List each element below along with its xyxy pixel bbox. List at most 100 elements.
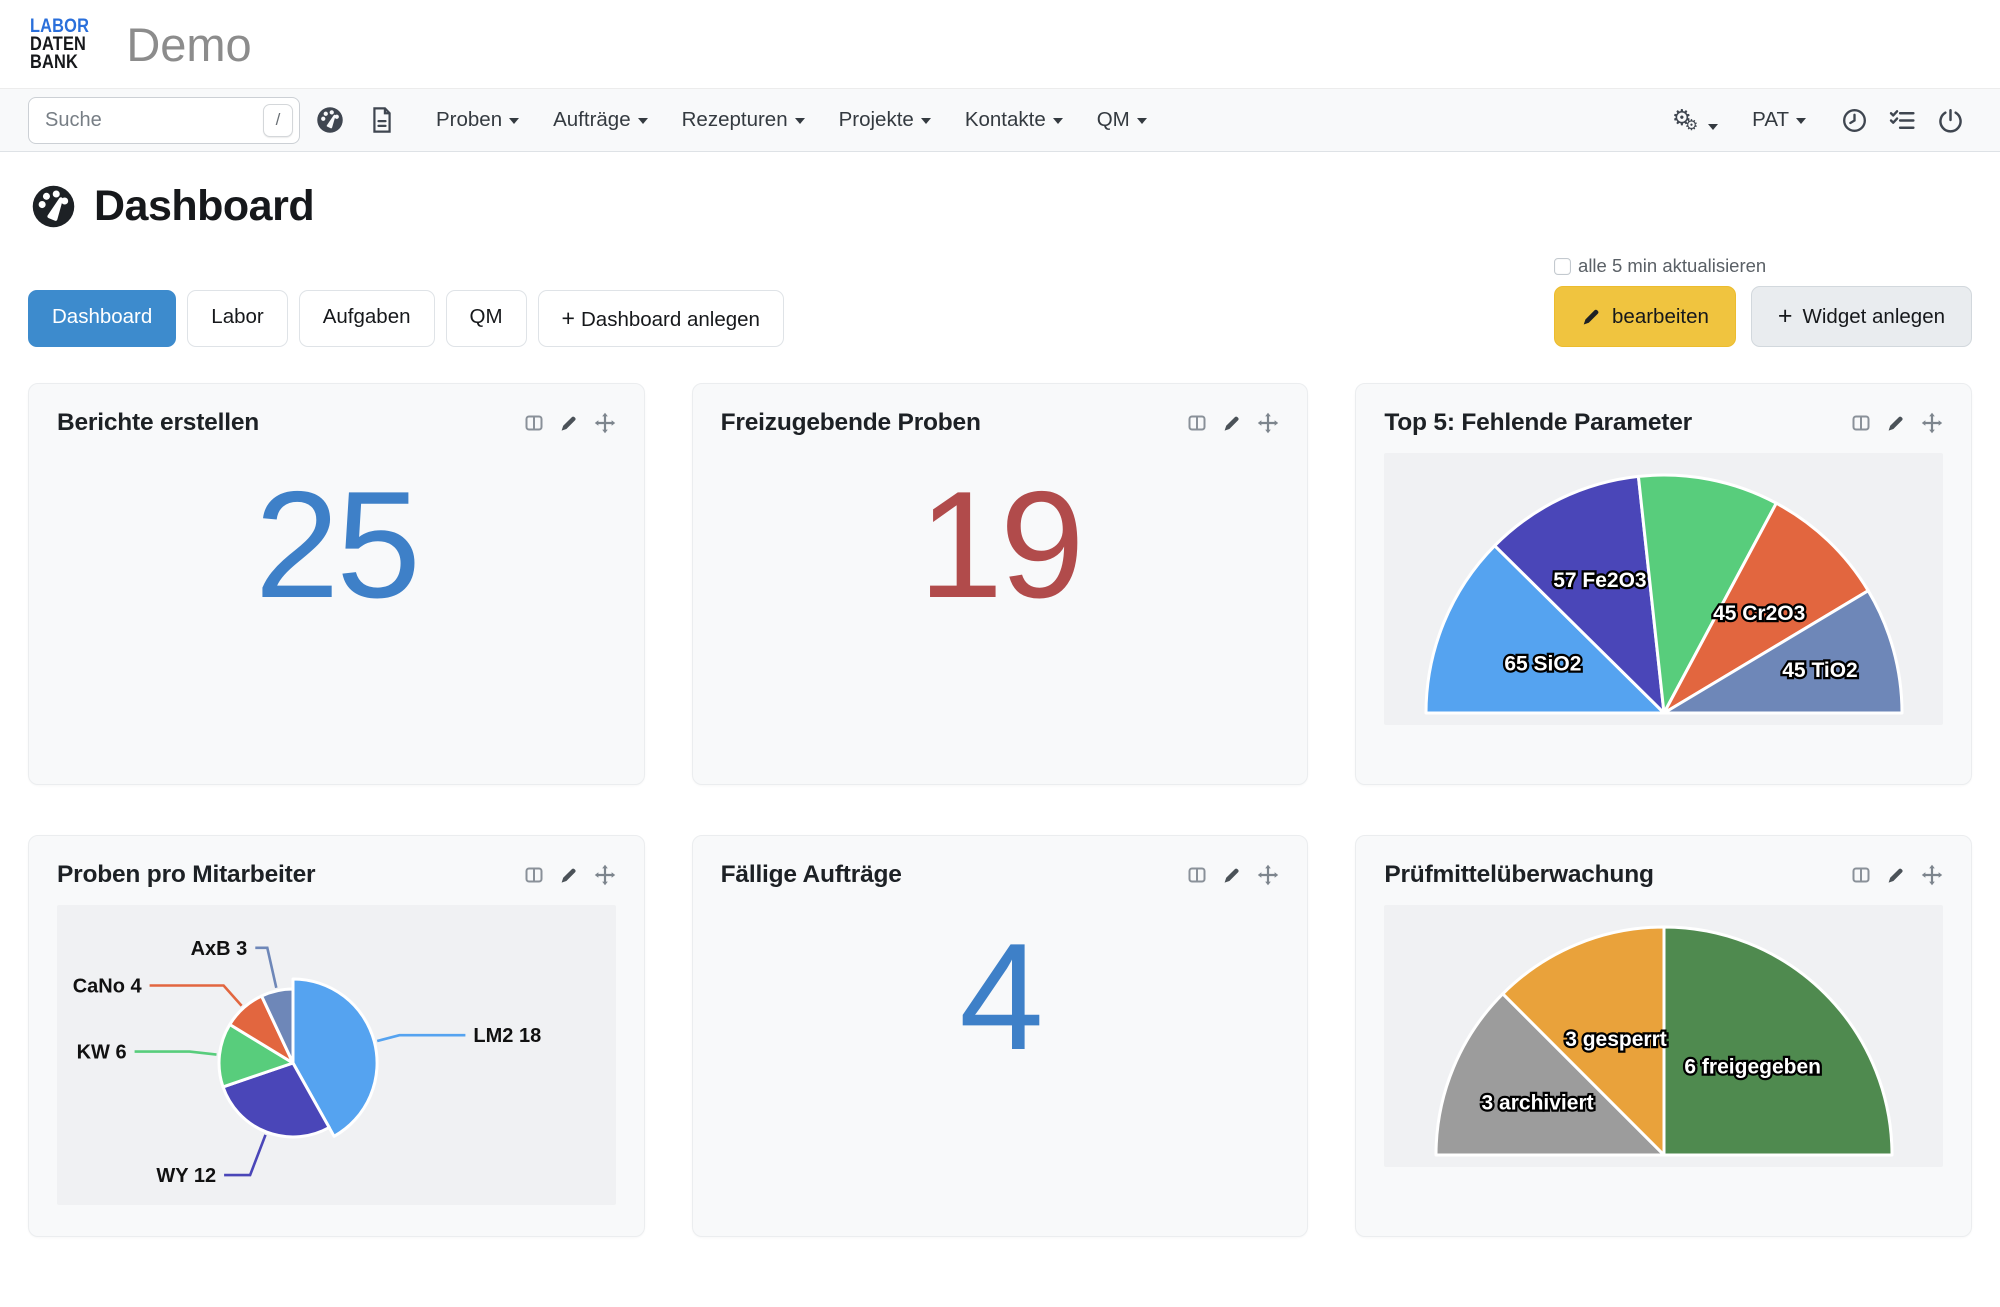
plus-icon: + (1778, 302, 1793, 331)
dashboard-toolbar: Dashboard Labor Aufgaben QM +Dashboard a… (28, 255, 1972, 347)
tenant-name: Demo (126, 17, 251, 72)
widget-move-handle[interactable] (1921, 864, 1943, 886)
edit-dashboard-button[interactable]: bearbeiten (1554, 286, 1736, 347)
svg-text:6 freigegeben: 6 freigegeben (1684, 1055, 1821, 1078)
widget-layout-button[interactable] (1851, 865, 1871, 885)
columns-icon (1851, 865, 1871, 885)
tab-aufgaben[interactable]: Aufgaben (299, 290, 435, 347)
dashboard-palette-icon[interactable] (308, 98, 352, 142)
widget-move-handle[interactable] (1257, 412, 1279, 434)
widget-title: Top 5: Fehlende Parameter (1384, 409, 1692, 437)
nav-item-kontakte[interactable]: Kontakte (951, 98, 1077, 142)
svg-text:3 archiviert: 3 archiviert (1481, 1092, 1593, 1115)
widget-edit-button[interactable] (1886, 865, 1906, 885)
widget-edit-button[interactable] (1222, 865, 1242, 885)
svg-text:LM2 18: LM2 18 (474, 1025, 542, 1047)
widget-layout-button[interactable] (1851, 413, 1871, 433)
navbar-right: ⚙ ⚙ PAT (1670, 98, 1972, 142)
svg-text:3 gesperrt: 3 gesperrt (1565, 1028, 1667, 1051)
widget-edit-button[interactable] (1222, 413, 1242, 433)
gauge-icon (315, 105, 345, 135)
user-menu[interactable]: PAT (1738, 98, 1820, 142)
widget-proben-pro-mitarbeiter: Proben pro Mitarbeiter LM2 18WY 12KW 6Ca… (28, 835, 645, 1237)
chevron-down-icon (1137, 118, 1147, 124)
clock-icon (1841, 107, 1868, 134)
widget-faellige-auftraege: Fällige Aufträge 4 (692, 835, 1309, 1237)
chevron-down-icon (1053, 118, 1063, 124)
widget-move-handle[interactable] (594, 412, 616, 434)
auto-refresh-checkbox[interactable] (1554, 258, 1571, 275)
nav-item-qm[interactable]: QM (1083, 98, 1161, 142)
widget-actions (1187, 412, 1279, 434)
columns-icon (1851, 413, 1871, 433)
widget-layout-button[interactable] (1187, 865, 1207, 885)
tasks-button[interactable] (1880, 98, 1924, 142)
nav-item-projekte[interactable]: Projekte (825, 98, 945, 142)
widget-layout-button[interactable] (524, 413, 544, 433)
move-icon (594, 412, 616, 434)
tab-add-dashboard[interactable]: +Dashboard anlegen (538, 290, 784, 347)
svg-text:KW 6: KW 6 (77, 1042, 127, 1064)
widget-actions (1851, 412, 1943, 434)
search-box: / (28, 97, 300, 144)
widget-number-value: 25 (57, 469, 616, 621)
widget-title: Berichte erstellen (57, 409, 259, 437)
widget-edit-button[interactable] (559, 413, 579, 433)
widget-pruefmittelueberwachung: Prüfmittelüberwachung 3 archiviert 3 gesp… (1355, 835, 1972, 1237)
move-icon (1257, 864, 1279, 886)
pencil-icon (1222, 413, 1242, 433)
svg-text:45 Cr2O3: 45 Cr2O3 (1713, 602, 1805, 625)
widget-move-handle[interactable] (594, 864, 616, 886)
svg-text:WY 12: WY 12 (157, 1165, 217, 1187)
widget-layout-button[interactable] (1187, 413, 1207, 433)
tab-qm[interactable]: QM (446, 290, 527, 347)
nav-item-auftraege[interactable]: Aufträge (539, 98, 662, 142)
svg-text:45 TiO2: 45 TiO2 (1782, 659, 1858, 682)
plus-icon: + (562, 305, 575, 331)
chevron-down-icon (509, 118, 519, 124)
document-icon[interactable] (360, 98, 404, 142)
widget-number-value: 19 (721, 469, 1280, 621)
app-header: LABOR DATEN BANK Demo (0, 0, 2000, 88)
main-navbar: / Proben Aufträge Rezepturen Projekte Ko… (0, 88, 2000, 152)
add-widget-button[interactable]: + Widget anlegen (1751, 286, 1972, 347)
chevron-down-icon (638, 118, 648, 124)
tab-labor[interactable]: Labor (187, 290, 287, 347)
move-icon (1921, 864, 1943, 886)
svg-text:65 SiO2: 65 SiO2 (1504, 652, 1581, 675)
widget-layout-button[interactable] (524, 865, 544, 885)
pencil-icon (1222, 865, 1242, 885)
chevron-down-icon (921, 118, 931, 124)
logo-line: BANK (30, 53, 89, 71)
widget-actions (1851, 864, 1943, 886)
history-button[interactable] (1832, 98, 1876, 142)
widget-top5-fehlende-parameter: Top 5: Fehlende Parameter 65 SiO257 Fe2O… (1355, 383, 1972, 785)
widget-edit-button[interactable] (1886, 413, 1906, 433)
widget-freizugebende-proben: Freizugebende Proben 19 (692, 383, 1309, 785)
app-logo[interactable]: LABOR DATEN BANK (30, 17, 89, 71)
widget-move-handle[interactable] (1921, 412, 1943, 434)
search-input[interactable] (28, 97, 300, 144)
search-shortcut-key: / (263, 104, 293, 137)
nav-item-proben[interactable]: Proben (422, 98, 533, 142)
logout-button[interactable] (1928, 98, 1972, 142)
move-icon (1257, 412, 1279, 434)
nav-menu: Proben Aufträge Rezepturen Projekte Kont… (422, 98, 1161, 142)
widget-edit-button[interactable] (559, 865, 579, 885)
file-lines-icon (369, 106, 395, 134)
widget-move-handle[interactable] (1257, 864, 1279, 886)
columns-icon (524, 413, 544, 433)
tab-dashboard[interactable]: Dashboard (28, 290, 176, 347)
pencil-icon (559, 413, 579, 433)
nav-item-rezepturen[interactable]: Rezepturen (668, 98, 819, 142)
chevron-down-icon (1708, 124, 1718, 130)
widget-actions (524, 412, 616, 434)
toolbar-buttons: bearbeiten + Widget anlegen (1554, 286, 1972, 347)
dashboard-gauge-icon (30, 183, 77, 230)
columns-icon (524, 865, 544, 885)
settings-gears-menu[interactable]: ⚙ ⚙ (1670, 105, 1720, 135)
main-content: Dashboard Dashboard Labor Aufgaben QM +D… (0, 182, 2000, 1237)
auto-refresh-label: alle 5 min aktualisieren (1578, 255, 1766, 277)
widget-title: Prüfmittelüberwachung (1384, 861, 1653, 889)
widget-grid: Berichte erstellen 25 Freizugebende Prob… (28, 383, 1972, 1237)
